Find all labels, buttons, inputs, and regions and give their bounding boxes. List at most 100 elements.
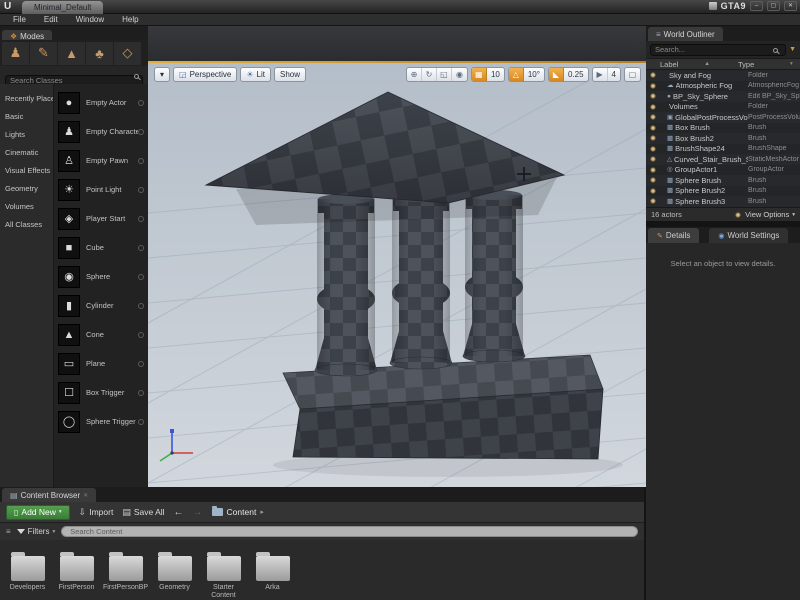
drag-handle[interactable] [138, 419, 144, 425]
placeable-item[interactable]: ◈ Player Start [54, 204, 148, 233]
drag-handle[interactable] [138, 390, 144, 396]
column-label[interactable]: Label [646, 60, 678, 69]
tab-content-browser[interactable]: ▤ Content Browser ✕ [2, 488, 96, 502]
column-options-icon[interactable]: ▾ [790, 61, 800, 67]
asset-item[interactable]: Developers [4, 544, 51, 592]
perspective-button[interactable]: ◲ Perspective [173, 67, 237, 82]
close-button[interactable]: ✕ [784, 1, 797, 11]
drag-handle[interactable] [138, 303, 144, 309]
visibility-eye-icon[interactable] [649, 92, 657, 100]
placeable-item[interactable]: ▮ Cylinder [54, 291, 148, 320]
category-item[interactable]: Basic [0, 108, 53, 126]
tab-world-settings[interactable]: ◉ World Settings [709, 228, 788, 243]
mode-tool-button[interactable]: ♣ [86, 42, 113, 65]
menu-item[interactable]: Edit [35, 15, 67, 24]
category-item[interactable]: Volumes [0, 198, 53, 216]
filters-button[interactable]: Filters ▾ [17, 527, 56, 536]
drag-handle[interactable] [138, 187, 144, 193]
placeable-item[interactable]: ■ Cube [54, 233, 148, 262]
world-coordinate-button[interactable]: ◉ [452, 68, 467, 81]
placeable-item[interactable]: ♟ Empty Character [54, 117, 148, 146]
placeable-item[interactable]: ◉ Sphere [54, 262, 148, 291]
add-new-button[interactable]: ▯ Add New ▾ [6, 505, 70, 520]
outliner-row[interactable]: Sky and Fog Folder [646, 70, 800, 81]
visibility-eye-icon[interactable] [649, 187, 657, 195]
category-item[interactable]: Recently Placed [0, 90, 53, 108]
scale-tool-button[interactable]: ◱ [437, 68, 452, 81]
outliner-search-input[interactable] [650, 44, 786, 56]
rotate-tool-button[interactable]: ↻ [422, 68, 437, 81]
rotation-snap-toggle[interactable]: △ [509, 68, 524, 81]
asset-item[interactable]: Starter Content [200, 544, 247, 600]
menu-item[interactable]: File [4, 15, 35, 24]
drag-handle[interactable] [138, 129, 144, 135]
mode-tool-button[interactable]: ◇ [114, 42, 141, 65]
drag-handle[interactable] [138, 332, 144, 338]
outliner-row[interactable]: ▩ BrushShape24 BrushShape [646, 144, 800, 155]
menu-item[interactable]: Help [113, 15, 147, 24]
placeable-item[interactable]: ☐ Box Trigger [54, 378, 148, 407]
maximize-viewport-button[interactable]: ▢ [625, 68, 640, 81]
visibility-eye-icon[interactable] [649, 113, 657, 121]
placeable-item[interactable]: ☀ Point Light [54, 175, 148, 204]
visibility-eye-icon[interactable] [649, 71, 657, 79]
visibility-eye-icon[interactable] [649, 103, 657, 111]
menu-item[interactable]: Window [67, 15, 113, 24]
scale-snap-toggle[interactable]: ◣ [549, 68, 564, 81]
visibility-eye-icon[interactable] [649, 134, 657, 142]
drag-handle[interactable] [138, 361, 144, 367]
breadcrumb[interactable]: Content ▸ [212, 507, 264, 517]
scale-snap-value[interactable]: 0.25 [564, 68, 588, 81]
mode-tool-button[interactable]: ✎ [30, 42, 57, 65]
category-item[interactable]: All Classes [0, 216, 53, 234]
column-type[interactable]: Type [738, 60, 790, 69]
save-all-button[interactable]: ▤ Save All [122, 507, 164, 518]
drag-handle[interactable] [138, 245, 144, 251]
forward-button[interactable]: → [193, 507, 203, 518]
asset-item[interactable]: Geometry [151, 544, 198, 592]
outliner-row[interactable]: ☁ Atmospheric Fog AtmosphericFog [646, 81, 800, 92]
move-tool-button[interactable]: ⊕ [407, 68, 422, 81]
outliner-row[interactable]: ▩ Box Brush2 Brush [646, 133, 800, 144]
lit-mode-button[interactable]: ☀ Lit [240, 67, 271, 82]
visibility-eye-icon[interactable] [649, 176, 657, 184]
camera-speed-icon[interactable]: ▶ [593, 68, 608, 81]
outliner-row[interactable]: ▩ Sphere Brush Brush [646, 175, 800, 186]
category-item[interactable]: Visual Effects [0, 162, 53, 180]
outliner-row[interactable]: ▩ Box Brush Brush [646, 123, 800, 134]
outliner-settings-icon[interactable]: ▼ [789, 46, 796, 53]
drag-handle[interactable] [138, 216, 144, 222]
placeable-item[interactable]: ● Empty Actor [54, 88, 148, 117]
grid-snap-value[interactable]: 10 [487, 68, 504, 81]
import-button[interactable]: ⇩ Import [79, 507, 114, 518]
mode-tool-button[interactable]: ♟ [2, 42, 29, 65]
placeable-item[interactable]: ♙ Empty Pawn [54, 146, 148, 175]
placeable-item[interactable]: ▭ Plane [54, 349, 148, 378]
visibility-eye-icon[interactable] [649, 166, 657, 174]
drag-handle[interactable] [138, 100, 144, 106]
sources-panel-toggle-icon[interactable]: ≡ [6, 527, 11, 536]
placeable-item[interactable]: ▲ Cone [54, 320, 148, 349]
close-tab-icon[interactable]: ✕ [83, 492, 88, 499]
maximize-button[interactable]: ▢ [767, 1, 780, 11]
outliner-row[interactable]: ● BP_Sky_Sphere Edit BP_Sky_Sphere [646, 91, 800, 102]
outliner-row[interactable]: Volumes Folder [646, 102, 800, 113]
outliner-row[interactable]: ▩ Sphere Brush3 Brush [646, 196, 800, 207]
mode-tool-button[interactable]: ▲ [58, 42, 85, 65]
view-options-button[interactable]: View Options ▾ [734, 210, 795, 219]
back-button[interactable]: ← [174, 507, 184, 518]
visibility-eye-icon[interactable] [649, 124, 657, 132]
camera-speed-value[interactable]: 4 [608, 68, 620, 81]
outliner-row[interactable]: ◎ GroupActor1 GroupActor [646, 165, 800, 176]
asset-item[interactable]: Arka [249, 544, 296, 592]
outliner-row[interactable]: △ Curved_Stair_Brush_StaticMesh StaticMe… [646, 154, 800, 165]
grid-snap-toggle[interactable]: ▦ [472, 68, 487, 81]
category-item[interactable]: Cinematic [0, 144, 53, 162]
show-flags-button[interactable]: Show [274, 67, 306, 82]
level-tab[interactable]: Minimal_Default [22, 1, 103, 14]
drag-handle[interactable] [138, 158, 144, 164]
viewport-options-button[interactable]: ▾ [154, 67, 170, 82]
outliner-row[interactable]: ▣ GlobalPostProcessVolume PostProcessVol… [646, 112, 800, 123]
outliner-row[interactable]: ▩ Sphere Brush2 Brush [646, 186, 800, 197]
visibility-eye-icon[interactable] [649, 155, 657, 163]
